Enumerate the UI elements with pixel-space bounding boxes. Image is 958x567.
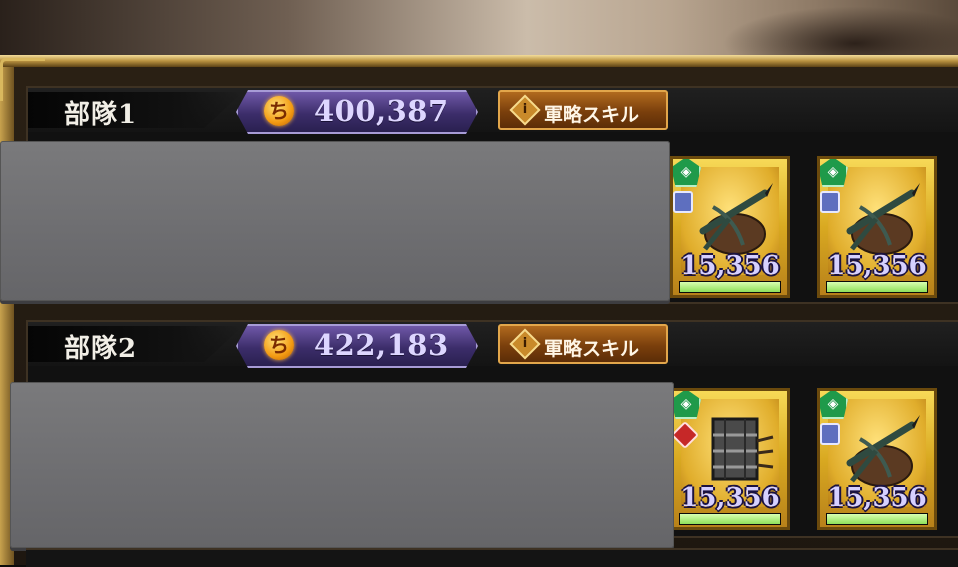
- unit-card[interactable]: ◈ 15,356: [670, 388, 790, 530]
- calligraphy-brush-art: [700, 0, 958, 62]
- power-badge: ち 400,387: [236, 90, 478, 134]
- strategy-skill-button[interactable]: i 軍略スキル: [498, 324, 668, 364]
- squad-row-3-partial: [26, 548, 958, 567]
- squad-name: 部隊2: [64, 334, 138, 364]
- flame-power-icon: ち: [264, 96, 294, 126]
- power-value: 422,183: [314, 328, 449, 362]
- shield-badge-icon: [820, 191, 840, 213]
- panel-gold-rim: [0, 55, 958, 67]
- crossbow-weapon-icon: [846, 415, 920, 487]
- squad-name: 部隊1: [64, 100, 138, 130]
- background-artwork: [0, 0, 958, 62]
- redacted-region: [10, 382, 674, 548]
- shield-badge-icon: [673, 191, 693, 213]
- troop-count: 15,356: [680, 251, 780, 281]
- strategy-skill-label: 軍略スキル: [544, 104, 640, 126]
- strategy-skill-label: 軍略スキル: [544, 338, 640, 360]
- hp-bar: [679, 513, 781, 525]
- hp-bar-fill: [680, 514, 780, 524]
- strategy-skill-button[interactable]: i 軍略スキル: [498, 90, 668, 130]
- unit-card[interactable]: ◈ 15,356: [670, 156, 790, 298]
- crossbow-weapon-icon: [699, 183, 773, 255]
- unit-card[interactable]: ◈ 15,356: [817, 388, 937, 530]
- hp-bar-fill: [827, 282, 927, 292]
- unit-card[interactable]: ◈ 15,356: [817, 156, 937, 298]
- redacted-region: [0, 141, 670, 301]
- power-badge: ち 422,183: [236, 324, 478, 368]
- hp-bar-fill: [680, 282, 780, 292]
- hp-bar: [826, 513, 928, 525]
- power-value: 400,387: [314, 94, 449, 128]
- hp-bar: [826, 281, 928, 293]
- spike-cart-weapon-icon: [711, 417, 774, 481]
- troop-count: 15,356: [827, 251, 927, 281]
- hp-bar-fill: [827, 514, 927, 524]
- troop-count: 15,356: [827, 483, 927, 513]
- crossbow-weapon-icon: [846, 183, 920, 255]
- info-icon: i: [509, 328, 541, 360]
- troop-count: 15,356: [680, 483, 780, 513]
- info-icon: i: [509, 94, 541, 126]
- shield-badge-icon: [820, 423, 840, 445]
- flame-power-icon: ち: [264, 330, 294, 360]
- hp-bar: [679, 281, 781, 293]
